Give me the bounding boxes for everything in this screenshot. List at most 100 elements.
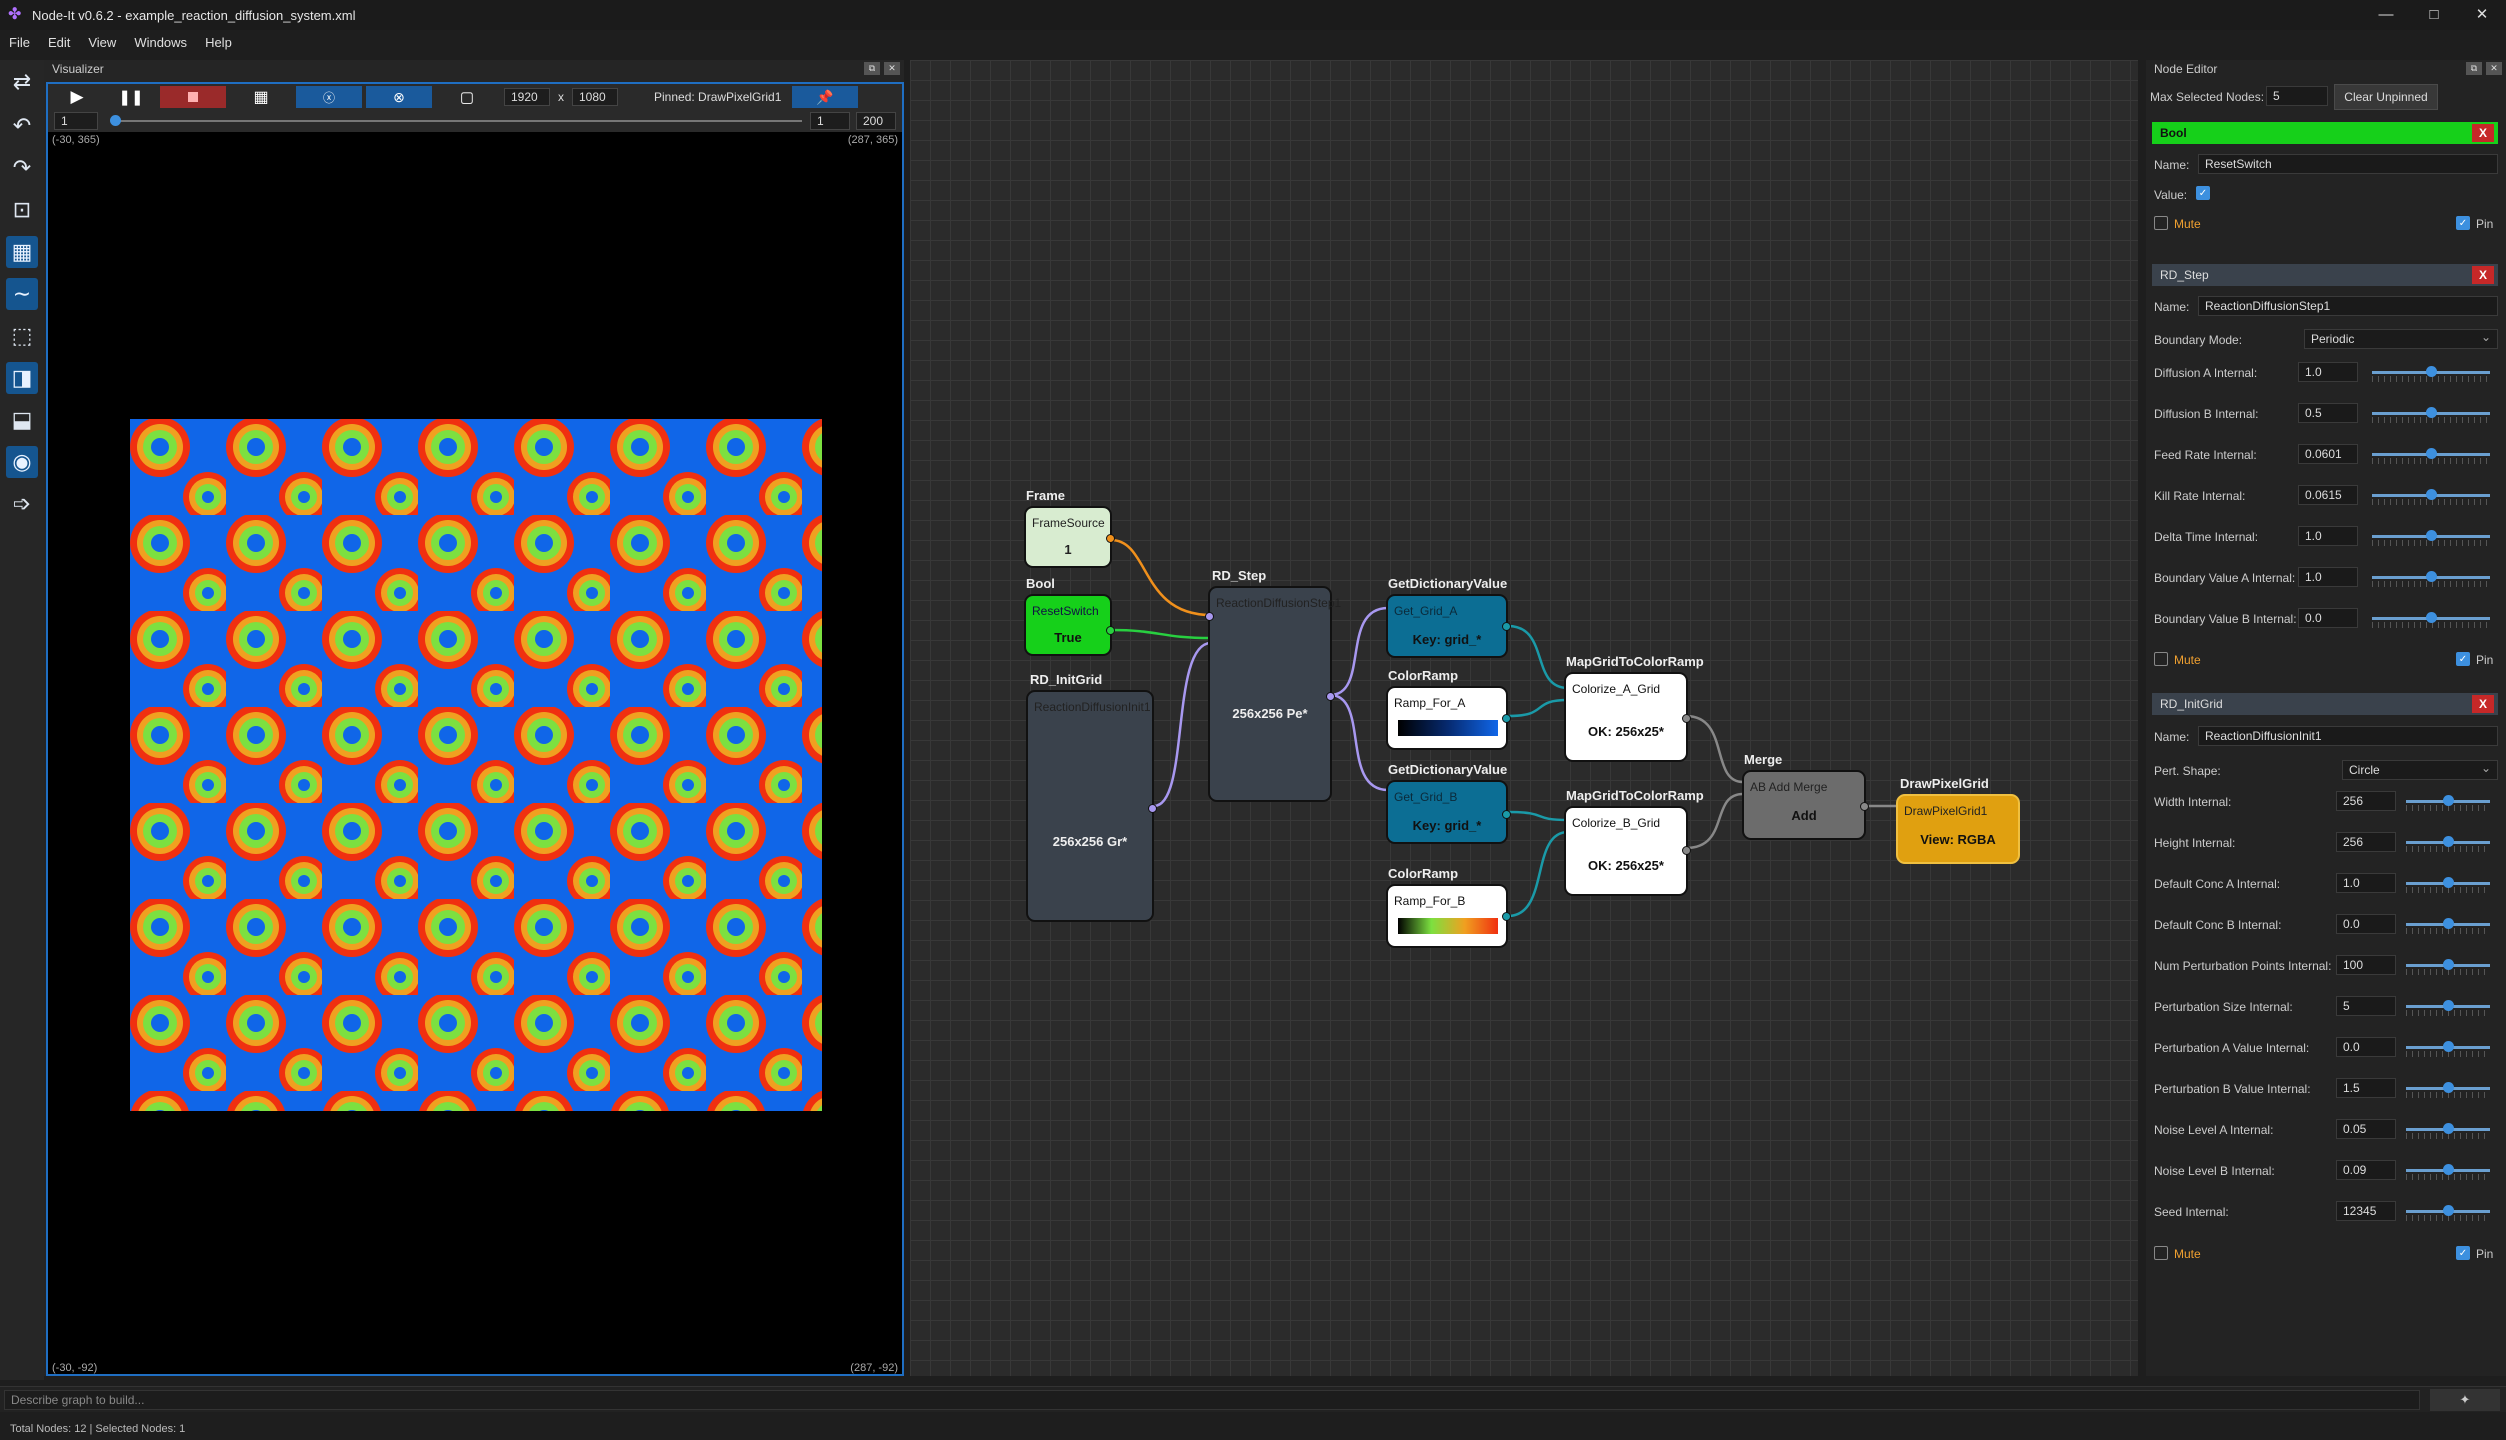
reaction-diffusion-render[interactable] [130,419,822,1111]
param-slider-thumb[interactable] [2443,877,2454,888]
param-slider[interactable] [2406,836,2490,852]
param-slider-thumb[interactable] [2443,1082,2454,1093]
param-slider-thumb[interactable] [2426,366,2437,377]
close-button[interactable]: ✕ [2458,0,2506,30]
frame-node[interactable]: FrameSource 1 [1024,506,1115,568]
render-width-input[interactable]: 1920 [504,88,550,106]
param-slider-thumb[interactable] [2426,571,2437,582]
rd-step-name-input[interactable]: ReactionDiffusionStep1 [2198,296,2498,316]
bool-value-checkbox[interactable]: ✓ [2196,186,2210,200]
param-slider-thumb[interactable] [2426,489,2437,500]
ramp-b-output-socket[interactable] [1502,912,1511,921]
pert-shape-select[interactable]: Circle [2342,759,2498,780]
param-slider-thumb[interactable] [2443,959,2454,970]
describe-graph-input[interactable]: Describe graph to build... [4,1390,2420,1410]
param-slider[interactable] [2406,795,2490,811]
bottom-panel-icon[interactable]: ⬓ [6,404,38,436]
undock-icon[interactable]: ⧉ [2466,62,2482,75]
rd-step-section-header[interactable]: RD_Step X [2152,264,2498,286]
param-slider-thumb[interactable] [2426,612,2437,623]
rd-init-pin-checkbox[interactable]: ✓ [2456,1246,2470,1260]
rd-init-name-input[interactable]: ReactionDiffusionInit1 [2198,726,2498,746]
bool-node[interactable]: ResetSwitch True [1024,594,1115,656]
param-value-input[interactable]: 100 [2336,955,2396,975]
swap-icon[interactable]: ⇄ [6,66,38,98]
param-slider[interactable] [2406,1041,2490,1057]
frame-end-input[interactable]: 200 [856,112,896,130]
undock-icon[interactable]: ⧉ [864,62,880,75]
overlay-button[interactable]: ⊗ [366,86,432,108]
frame-start-input[interactable]: 1 [54,112,98,130]
visibility-eye-icon[interactable]: ◉ [6,446,38,478]
param-value-input[interactable]: 1.0 [2298,526,2358,546]
param-slider[interactable] [2372,530,2490,546]
map-a-node[interactable]: Colorize_A_Grid OK: 256x25* [1564,672,1691,762]
param-slider-thumb[interactable] [2426,407,2437,418]
param-value-input[interactable]: 0.05 [2336,1119,2396,1139]
map-a-output-socket[interactable] [1682,714,1691,723]
param-slider[interactable] [2406,1205,2490,1221]
getdict-b-node[interactable]: Get_Grid_B Key: grid_* [1386,780,1511,844]
map-b-output-socket[interactable] [1682,846,1691,855]
param-value-input[interactable]: 1.0 [2336,873,2396,893]
play-icon[interactable]: ▶ [52,86,102,108]
map-b-node[interactable]: Colorize_B_Grid OK: 256x25* [1564,806,1691,896]
close-pane-icon[interactable]: ✕ [2486,62,2502,75]
param-value-input[interactable]: 0.0 [2336,914,2396,934]
side-panel-icon[interactable]: ◨ [6,362,38,394]
minimize-button[interactable]: — [2362,0,2410,30]
redo-icon[interactable]: ↷ [6,152,38,184]
param-value-input[interactable]: 0.5 [2298,403,2358,423]
merge-output-socket[interactable] [1860,802,1869,811]
menu-file[interactable]: File [0,32,39,54]
boundary-mode-select[interactable]: Periodic [2304,328,2498,349]
param-slider-thumb[interactable] [2443,918,2454,929]
rd-init-node[interactable]: ReactionDiffusionInit1 256x256 Gr* [1026,690,1157,922]
frame-slider-thumb[interactable] [110,115,121,126]
close-pane-icon[interactable]: ✕ [884,62,900,75]
param-slider[interactable] [2406,1164,2490,1180]
menu-windows[interactable]: Windows [125,32,196,54]
param-slider[interactable] [2372,407,2490,423]
param-value-input[interactable]: 1.0 [2298,362,2358,382]
bool-section-header[interactable]: Bool X [2152,122,2498,144]
bool-mute-checkbox[interactable] [2154,216,2168,230]
frame-current-input[interactable]: 1 [810,112,850,130]
param-slider-thumb[interactable] [2443,836,2454,847]
bool-name-input[interactable]: ResetSwitch [2198,154,2498,174]
param-slider-thumb[interactable] [2443,1164,2454,1175]
merge-node[interactable]: AB Add Merge Add [1742,770,1869,840]
param-value-input[interactable]: 1.0 [2298,567,2358,587]
close-bool-section-button[interactable]: X [2472,124,2494,142]
generate-graph-button[interactable]: ✦ [2430,1389,2500,1411]
fit-view-icon[interactable]: ▢ [436,86,498,108]
rd-step-pin-checkbox[interactable]: ✓ [2456,652,2470,666]
rd-step-output-socket[interactable] [1326,692,1335,701]
param-slider[interactable] [2406,959,2490,975]
param-slider-thumb[interactable] [2426,448,2437,459]
frame-all-icon[interactable]: ⊡ [6,194,38,226]
rd-init-output-socket[interactable] [1148,804,1157,813]
selection-box-icon[interactable]: ⬚ [6,320,38,352]
param-value-input[interactable]: 5 [2336,996,2396,1016]
rd-init-section-header[interactable]: RD_InitGrid X [2152,693,2498,715]
bool-pin-checkbox[interactable]: ✓ [2456,216,2470,230]
param-slider-thumb[interactable] [2426,530,2437,541]
ramp-b-node[interactable]: Ramp_For_B [1386,884,1511,948]
param-slider[interactable] [2372,448,2490,464]
rd-step-node[interactable]: ReactionDiffusionStep1 256x256 Pe* [1205,586,1341,802]
param-slider[interactable] [2406,1082,2490,1098]
param-value-input[interactable]: 0.0 [2298,608,2358,628]
param-slider-thumb[interactable] [2443,1000,2454,1011]
param-value-input[interactable]: 256 [2336,832,2396,852]
pin-icon[interactable]: 📌 [792,86,858,108]
param-slider[interactable] [2406,918,2490,934]
param-value-input[interactable]: 12345 [2336,1201,2396,1221]
maximize-button[interactable]: □ [2410,0,2458,30]
getdict-a-node[interactable]: Get_Grid_A Key: grid_* [1386,594,1511,658]
rd-step-mute-checkbox[interactable] [2154,652,2168,666]
getdict-b-output-socket[interactable] [1502,810,1511,819]
menu-view[interactable]: View [79,32,125,54]
bool-output-socket[interactable] [1106,626,1115,635]
grid-icon[interactable]: ▦ [230,86,292,108]
